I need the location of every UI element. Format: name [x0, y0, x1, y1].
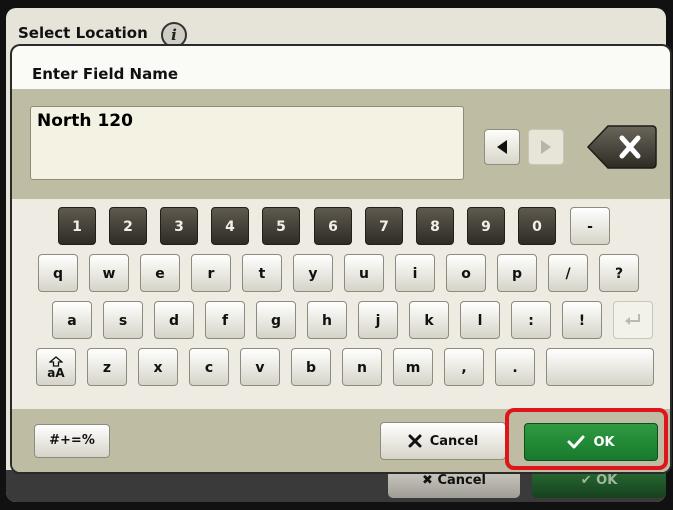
- shift-key[interactable]: aA: [36, 348, 76, 386]
- key-0[interactable]: 0: [518, 207, 556, 245]
- symbols-toggle-button[interactable]: #+=%: [34, 424, 110, 458]
- key-slash[interactable]: /: [548, 254, 588, 292]
- backspace-button[interactable]: [586, 124, 658, 174]
- key-d[interactable]: d: [154, 301, 194, 339]
- key-h[interactable]: h: [307, 301, 347, 339]
- key-f[interactable]: f: [205, 301, 245, 339]
- key-8[interactable]: 8: [416, 207, 454, 245]
- key-exclamation[interactable]: !: [562, 301, 602, 339]
- key-2[interactable]: 2: [109, 207, 147, 245]
- key-6[interactable]: 6: [314, 207, 352, 245]
- key-q[interactable]: q: [38, 254, 78, 292]
- key-x[interactable]: x: [138, 348, 178, 386]
- cursor-right-button[interactable]: [528, 129, 564, 165]
- key-9[interactable]: 9: [467, 207, 505, 245]
- key-y[interactable]: y: [293, 254, 333, 292]
- ok-highlight-box: [505, 408, 668, 470]
- key-colon[interactable]: :: [511, 301, 551, 339]
- key-n[interactable]: n: [342, 348, 382, 386]
- key-r[interactable]: r: [191, 254, 231, 292]
- cancel-label: Cancel: [429, 433, 479, 449]
- key-s[interactable]: s: [103, 301, 143, 339]
- key-k[interactable]: k: [409, 301, 449, 339]
- enter-icon: [625, 314, 640, 325]
- key-dash[interactable]: -: [570, 207, 610, 245]
- key-v[interactable]: v: [240, 348, 280, 386]
- shift-case-icon: [49, 355, 63, 367]
- screen-frame: Select Location i ✖ Cancel ✔ OK Enter Fi…: [0, 0, 673, 510]
- background-ok-label: OK: [596, 473, 618, 488]
- key-7[interactable]: 7: [365, 207, 403, 245]
- key-period[interactable]: .: [495, 348, 535, 386]
- key-e[interactable]: e: [140, 254, 180, 292]
- key-l[interactable]: l: [460, 301, 500, 339]
- key-g[interactable]: g: [256, 301, 296, 339]
- key-u[interactable]: u: [344, 254, 384, 292]
- key-b[interactable]: b: [291, 348, 331, 386]
- keyboard: 1 2 3 4 5 6 7 8 9 0 - q w e r t y u i o …: [12, 199, 670, 409]
- background-cancel-label: Cancel: [437, 473, 486, 488]
- cursor-left-button[interactable]: [484, 129, 520, 165]
- space-key[interactable]: [546, 348, 654, 386]
- key-t[interactable]: t: [242, 254, 282, 292]
- key-c[interactable]: c: [189, 348, 229, 386]
- key-m[interactable]: m: [393, 348, 433, 386]
- key-comma[interactable]: ,: [444, 348, 484, 386]
- arrow-right-icon: [541, 140, 551, 154]
- key-i[interactable]: i: [395, 254, 435, 292]
- background-cancel-button: ✖ Cancel: [388, 468, 520, 498]
- key-a[interactable]: a: [52, 301, 92, 339]
- dialog-title: Enter Field Name: [32, 65, 179, 83]
- key-j[interactable]: j: [358, 301, 398, 339]
- key-5[interactable]: 5: [262, 207, 300, 245]
- key-3[interactable]: 3: [160, 207, 198, 245]
- cancel-button[interactable]: Cancel: [380, 422, 506, 460]
- key-4[interactable]: 4: [211, 207, 249, 245]
- arrow-left-icon: [497, 140, 507, 154]
- key-o[interactable]: o: [446, 254, 486, 292]
- background-title: Select Location: [18, 24, 148, 42]
- x-icon: ✖: [422, 473, 433, 488]
- enter-key[interactable]: [613, 301, 653, 339]
- shift-key-label: aA: [47, 365, 65, 380]
- key-p[interactable]: p: [497, 254, 537, 292]
- key-z[interactable]: z: [87, 348, 127, 386]
- key-w[interactable]: w: [89, 254, 129, 292]
- checkmark-icon: ✔: [580, 473, 592, 488]
- backspace-icon: [586, 125, 657, 169]
- key-1[interactable]: 1: [58, 207, 96, 245]
- key-question[interactable]: ?: [599, 254, 639, 292]
- field-name-input[interactable]: North 120: [30, 106, 464, 180]
- info-icon[interactable]: i: [161, 22, 187, 48]
- x-icon: [408, 434, 422, 448]
- background-ok-button: ✔ OK: [532, 468, 666, 498]
